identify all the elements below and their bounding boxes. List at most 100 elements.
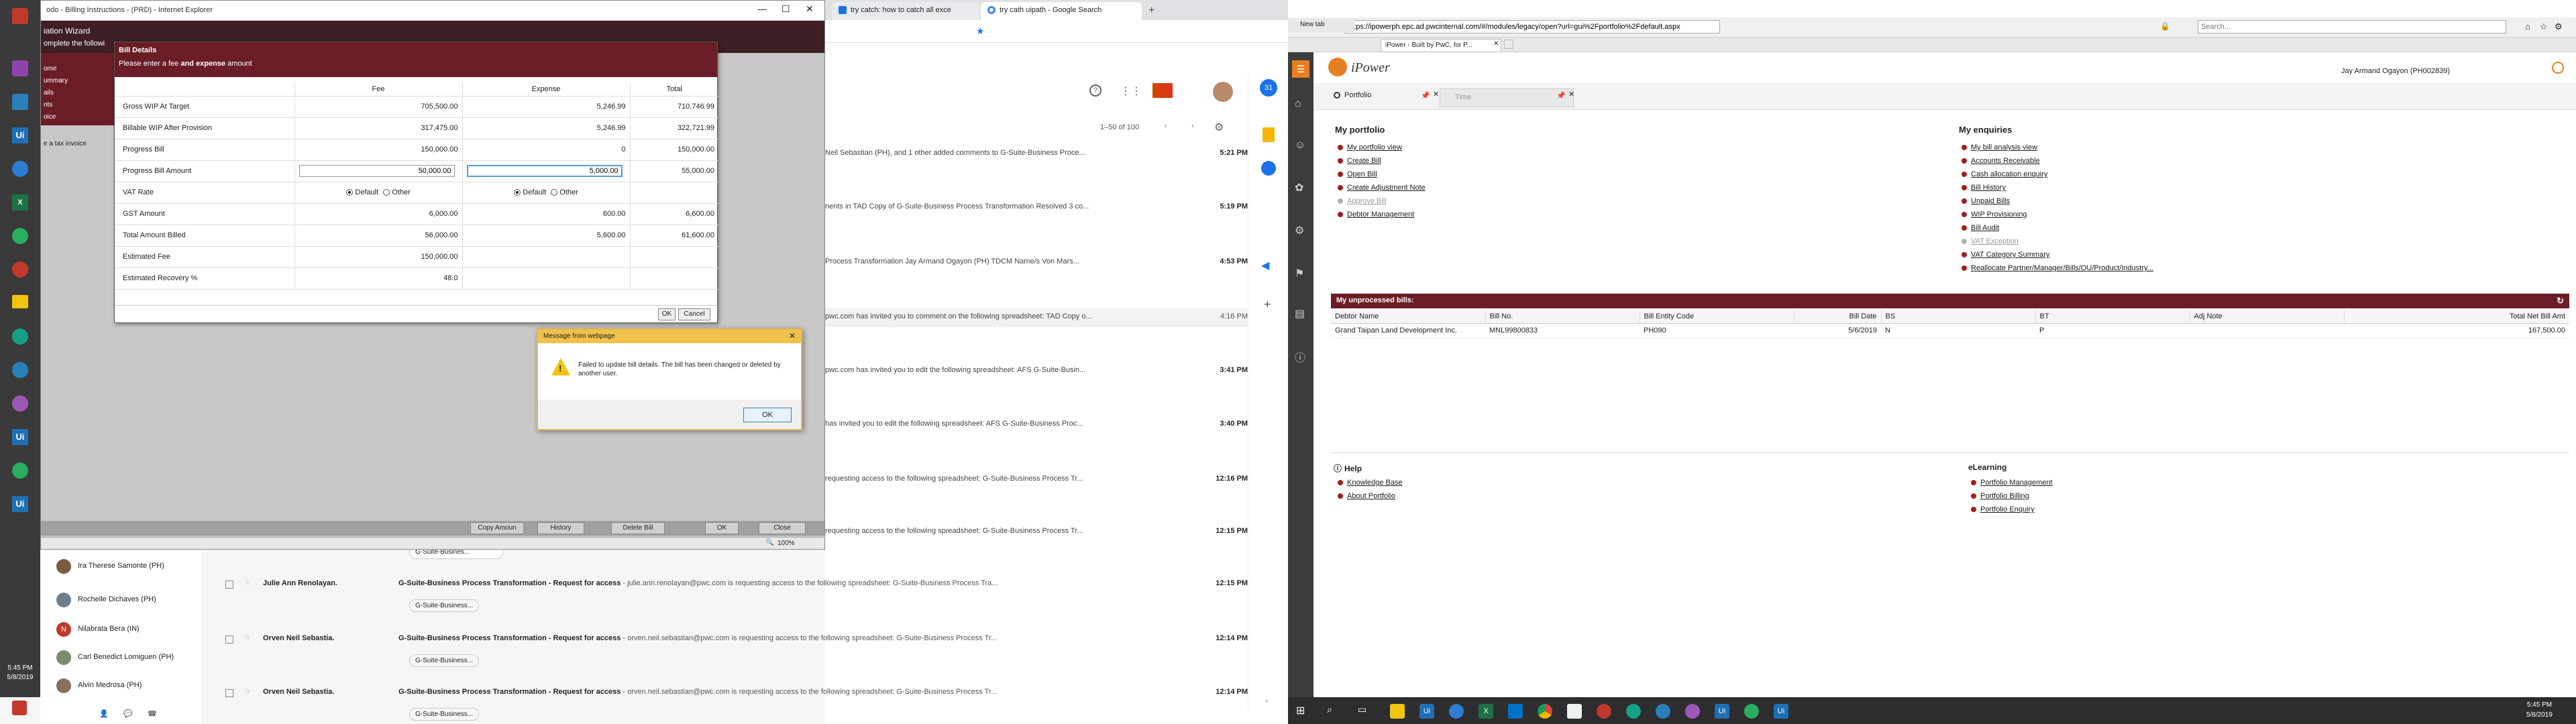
favorites-star-icon[interactable]: ☆ — [2540, 21, 2548, 32]
tasks-icon[interactable] — [1261, 161, 1276, 176]
wizard-step[interactable]: ome — [44, 65, 112, 77]
people-nav-icon[interactable]: ☺ — [1295, 139, 1305, 152]
close-icon[interactable]: ✕ — [1568, 90, 1574, 99]
desktop-icon[interactable] — [12, 94, 28, 110]
settings-gear-icon[interactable]: ⚙ — [1214, 121, 1224, 134]
app-taskbar-icon[interactable] — [1685, 704, 1700, 719]
fee-amount-input[interactable] — [299, 165, 455, 177]
home-icon[interactable]: ⌂ — [2525, 21, 2530, 32]
calendar-icon[interactable]: 31 — [1260, 79, 1277, 97]
zoom-level[interactable]: 100% — [777, 540, 795, 547]
uipath-taskbar-icon[interactable]: Ui — [1774, 704, 1788, 719]
apps-grid-icon[interactable]: ⋮⋮ — [1120, 84, 1142, 98]
message-ok-button[interactable]: OK — [743, 408, 792, 422]
file-explorer-icon[interactable] — [1390, 704, 1405, 719]
portfolio-link[interactable]: Create Bill — [1338, 154, 1426, 168]
attachment-chip[interactable]: G-Suite-Business... — [409, 599, 480, 612]
portfolio-link[interactable]: Open Bill — [1338, 168, 1426, 181]
checkbox[interactable] — [225, 689, 233, 697]
column-header[interactable]: Debtor Name — [1331, 310, 1485, 323]
help-link[interactable]: About Portfolio — [1338, 489, 1403, 503]
elearning-link[interactable]: Portfolio Billing — [1971, 489, 2053, 503]
column-header[interactable]: Adj Note — [2189, 310, 2344, 323]
star-icon[interactable]: ☆ — [244, 578, 251, 587]
email-snippet[interactable]: Neil Sebastian (PH), and 1 other added c… — [825, 149, 1248, 162]
checkbox[interactable] — [225, 636, 233, 644]
clock[interactable]: 5:45 PM 5/8/2019 — [2526, 700, 2553, 720]
windows-start-icon[interactable]: ⊞ — [1296, 704, 1305, 717]
star-icon[interactable]: ☆ — [244, 633, 251, 642]
column-header[interactable]: Bill No. — [1485, 310, 1640, 323]
minimize-button[interactable]: — — [757, 3, 767, 14]
settings-gear-icon[interactable]: ⚙ — [2555, 21, 2563, 32]
app-taskbar-icon[interactable] — [1597, 704, 1611, 719]
app-taskbar-icon[interactable] — [1744, 704, 1759, 719]
zoom-icon[interactable]: 🔍 — [765, 539, 773, 546]
wizard-step[interactable]: ails — [44, 89, 112, 101]
portfolio-link[interactable]: My portfolio view — [1338, 141, 1426, 154]
paw-nav-icon[interactable]: ✿ — [1295, 181, 1303, 194]
uipath-taskbar-icon[interactable]: Ui — [1419, 704, 1434, 719]
portfolio-link[interactable]: Debtor Management — [1338, 208, 1426, 221]
wizard-step[interactable]: nts — [44, 101, 112, 113]
ok-button[interactable]: OK — [705, 522, 739, 534]
chrome-tab[interactable]: try cath uipath - Google Search — [981, 2, 1142, 20]
star-icon[interactable]: ★ — [976, 25, 985, 37]
contact[interactable]: Alvin Medrosa (PH) — [56, 678, 197, 696]
enquiry-link[interactable]: My bill analysis view — [1962, 141, 2153, 154]
new-tab-button[interactable] — [1504, 40, 1513, 49]
user-name[interactable]: Jay Armand Ogayon (PH002839) — [2341, 67, 2450, 75]
expense-amount-input[interactable] — [466, 165, 623, 177]
uipath-taskbar-icon[interactable]: Ui — [1715, 704, 1729, 719]
edge-taskbar-icon[interactable] — [1449, 704, 1464, 719]
help-link[interactable]: Knowledge Base — [1338, 476, 1403, 489]
pin-icon[interactable]: 📌 — [1556, 91, 1566, 100]
close-tab-icon[interactable]: ✕ — [1493, 40, 1499, 48]
phone-icon[interactable]: ☎ — [148, 709, 157, 718]
close-wizard-button[interactable]: Close — [759, 522, 806, 534]
delete-bill-button[interactable]: Delete Bill — [611, 522, 665, 534]
avatar[interactable] — [1213, 82, 1233, 102]
copy-amount-button[interactable]: Copy Amoun — [470, 522, 524, 534]
star-icon[interactable]: ☆ — [244, 686, 251, 695]
home-nav-icon[interactable]: ⌂ — [1295, 98, 1301, 110]
notification-icon[interactable] — [12, 701, 27, 715]
column-header[interactable]: Bill Date — [1793, 310, 1881, 323]
contact[interactable]: Ira Therese Samonte (PH) — [56, 559, 197, 577]
gear-nav-icon[interactable]: ⚙ — [1295, 224, 1304, 237]
bell-icon[interactable] — [2552, 62, 2564, 74]
column-header[interactable]: Bill Entity Code — [1639, 310, 1794, 323]
search-icon[interactable]: ⌕ — [1327, 704, 1332, 715]
email-snippet[interactable]: pwc.com has invited you to edit the foll… — [825, 366, 1248, 379]
prev-page-icon[interactable]: ‹ — [1165, 122, 1167, 130]
vat-default-radio[interactable] — [514, 189, 521, 196]
desktop-icon[interactable] — [12, 396, 28, 412]
email-snippet[interactable]: requesting access to the following sprea… — [825, 475, 1248, 488]
uipath-icon[interactable]: Ui — [12, 496, 28, 512]
wizard-step[interactable]: ummary — [44, 77, 112, 89]
outlook-taskbar-icon[interactable] — [1508, 704, 1523, 719]
vat-other-radio[interactable] — [551, 189, 558, 196]
archive-nav-icon[interactable]: ▤ — [1295, 307, 1305, 320]
email-row[interactable]: ☆ Orven Neil Sebastia. G-Suite-Business … — [201, 685, 1248, 724]
browser-tab[interactable]: iPower - Built by PwC, for P... — [1381, 39, 1501, 52]
search-input[interactable] — [2198, 20, 2506, 34]
app-taskbar-icon[interactable] — [1626, 704, 1641, 719]
column-header[interactable]: Total Net Bill Amt — [2343, 310, 2569, 323]
enquiry-link[interactable]: Bill Audit — [1962, 221, 2153, 235]
pin-icon[interactable]: 📌 — [1421, 91, 1430, 100]
email-snippet[interactable]: requesting access to the following sprea… — [825, 527, 1248, 540]
close-button[interactable]: ✕ — [806, 3, 814, 15]
email-row[interactable]: ☆ Julie Ann Renolayan. G-Suite-Business … — [201, 577, 1248, 630]
tab-time[interactable]: Time — [1440, 88, 1574, 107]
chat-icon[interactable]: 💬 — [123, 709, 133, 718]
enquiry-link[interactable]: Cash allocation enquiry — [1962, 168, 2153, 181]
attachment-chip[interactable]: G-Suite-Business... — [409, 708, 480, 721]
checkbox[interactable] — [225, 581, 233, 589]
contact[interactable]: N Nilabrata Bera (IN) — [56, 622, 197, 640]
excel-icon[interactable]: X — [12, 194, 28, 210]
desktop-icon[interactable] — [12, 328, 28, 345]
app-taskbar-icon[interactable] — [1567, 704, 1582, 719]
enquiry-link[interactable]: Reallocate Partner/Manager/Bills/OU/Prod… — [1962, 261, 2153, 275]
new-tab-button[interactable]: + — [1148, 5, 1155, 17]
